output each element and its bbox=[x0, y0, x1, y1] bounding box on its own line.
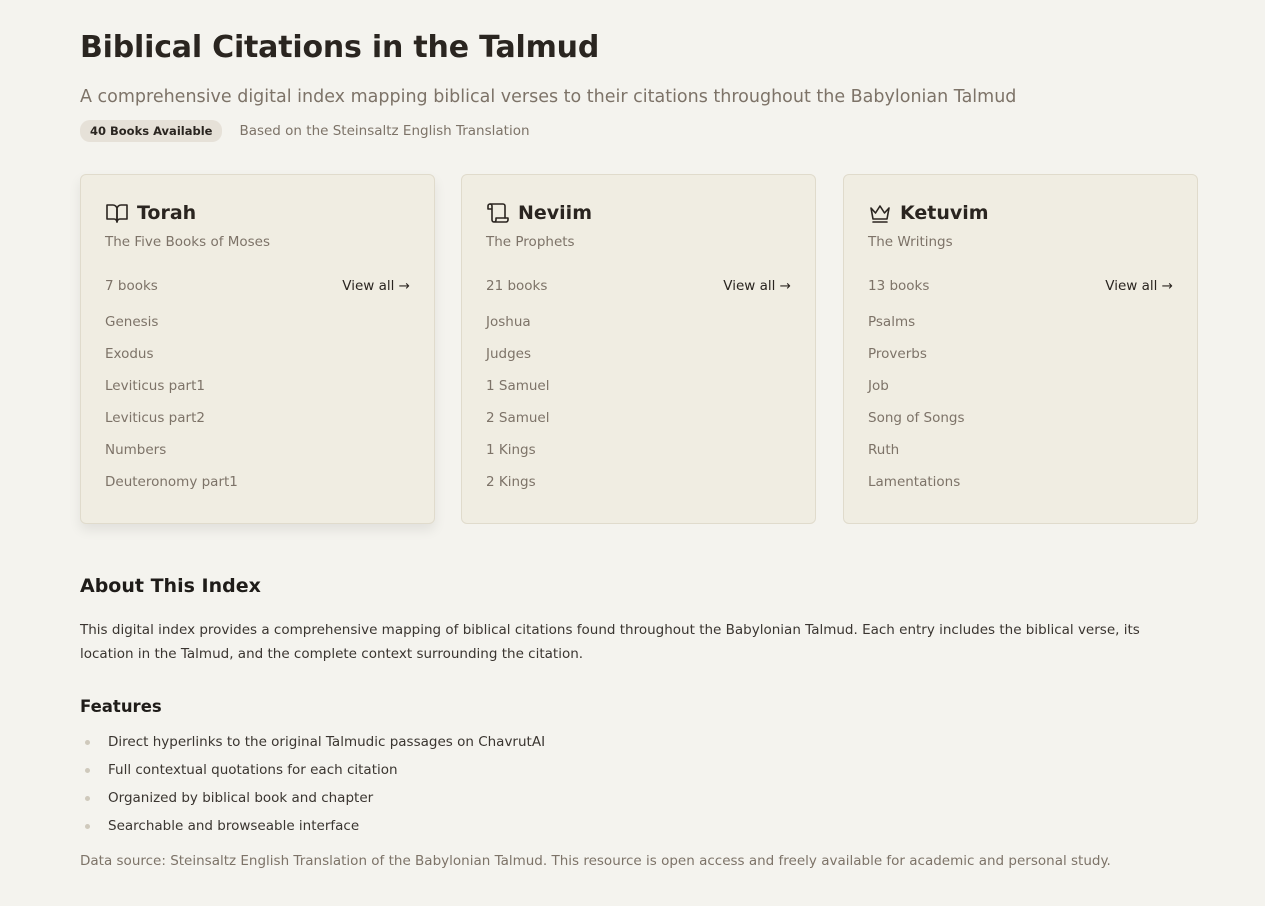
card-header: Torah bbox=[105, 201, 196, 225]
book-link-job[interactable]: Job bbox=[868, 378, 965, 410]
feature-text: Searchable and browseable interface bbox=[108, 818, 360, 834]
card-torah[interactable]: Torah The Five Books of Moses 7 books Vi… bbox=[80, 174, 435, 524]
about-text: This digital index provides a comprehens… bbox=[80, 622, 1140, 662]
book-link-genesis[interactable]: Genesis bbox=[105, 314, 238, 346]
book-count: 21 books bbox=[486, 278, 548, 294]
view-all-link[interactable]: View all → bbox=[723, 278, 791, 294]
feature-item: Direct hyperlinks to the original Talmud… bbox=[80, 728, 545, 756]
bullet-icon bbox=[85, 824, 90, 829]
book-link-leviticus-part2[interactable]: Leviticus part2 bbox=[105, 410, 238, 442]
scroll-icon bbox=[487, 203, 509, 223]
book-link-joshua[interactable]: Joshua bbox=[486, 314, 550, 346]
features-list: Direct hyperlinks to the original Talmud… bbox=[80, 728, 545, 840]
card-ketuvim[interactable]: Ketuvim The Writings 13 books View all →… bbox=[843, 174, 1198, 524]
page: Biblical Citations in the Talmud A compr… bbox=[0, 0, 1265, 906]
bullet-icon bbox=[85, 768, 90, 773]
feature-text: Full contextual quotations for each cita… bbox=[108, 762, 398, 778]
about-heading: About This Index bbox=[80, 575, 261, 597]
book-link-lamentations[interactable]: Lamentations bbox=[868, 474, 965, 506]
features-heading: Features bbox=[80, 697, 162, 716]
crown-icon bbox=[870, 205, 890, 223]
book-link-2-samuel[interactable]: 2 Samuel bbox=[486, 410, 550, 442]
book-list: Psalms Proverbs Job Song of Songs Ruth L… bbox=[868, 314, 965, 506]
view-all-link[interactable]: View all → bbox=[342, 278, 410, 294]
feature-item: Searchable and browseable interface bbox=[80, 812, 545, 840]
card-neviim[interactable]: Neviim The Prophets 21 books View all → … bbox=[461, 174, 816, 524]
meta-row: 40 Books Available Based on the Steinsal… bbox=[80, 120, 530, 142]
feature-text: Organized by biblical book and chapter bbox=[108, 790, 374, 806]
book-link-leviticus-part1[interactable]: Leviticus part1 bbox=[105, 378, 238, 410]
card-title: Torah bbox=[137, 202, 197, 224]
book-link-1-kings[interactable]: 1 Kings bbox=[486, 442, 550, 474]
card-header: Ketuvim bbox=[868, 201, 989, 225]
page-title: Biblical Citations in the Talmud bbox=[80, 30, 600, 65]
card-title: Neviim bbox=[518, 202, 592, 224]
book-link-judges[interactable]: Judges bbox=[486, 346, 550, 378]
book-count: 13 books bbox=[868, 278, 930, 294]
feature-item: Full contextual quotations for each cita… bbox=[80, 756, 545, 784]
book-link-psalms[interactable]: Psalms bbox=[868, 314, 965, 346]
view-all-link[interactable]: View all → bbox=[1105, 278, 1173, 294]
feature-text: Direct hyperlinks to the original Talmud… bbox=[108, 734, 546, 750]
book-link-proverbs[interactable]: Proverbs bbox=[868, 346, 965, 378]
data-source-note: Data source: Steinsaltz English Translat… bbox=[80, 853, 1111, 869]
open-book-icon bbox=[106, 204, 128, 223]
book-link-numbers[interactable]: Numbers bbox=[105, 442, 238, 474]
book-count: 7 books bbox=[105, 278, 158, 294]
section-cards: Torah The Five Books of Moses 7 books Vi… bbox=[80, 174, 1200, 526]
book-link-ruth[interactable]: Ruth bbox=[868, 442, 965, 474]
page-subtitle: A comprehensive digital index mapping bi… bbox=[80, 87, 1017, 107]
card-header: Neviim bbox=[486, 201, 592, 225]
book-list: Joshua Judges 1 Samuel 2 Samuel 1 Kings … bbox=[486, 314, 550, 506]
book-link-song-of-songs[interactable]: Song of Songs bbox=[868, 410, 965, 442]
translation-note: Based on the Steinsaltz English Translat… bbox=[239, 123, 530, 139]
card-subtitle: The Prophets bbox=[486, 234, 575, 250]
card-subtitle: The Five Books of Moses bbox=[105, 234, 271, 250]
bullet-icon bbox=[85, 796, 90, 801]
book-list: Genesis Exodus Leviticus part1 Leviticus… bbox=[105, 314, 238, 506]
bullet-icon bbox=[85, 740, 90, 745]
books-available-badge: 40 Books Available bbox=[80, 120, 223, 142]
book-link-1-samuel[interactable]: 1 Samuel bbox=[486, 378, 550, 410]
card-title: Ketuvim bbox=[900, 202, 989, 224]
feature-item: Organized by biblical book and chapter bbox=[80, 784, 545, 812]
book-link-deuteronomy-part1[interactable]: Deuteronomy part1 bbox=[105, 474, 238, 506]
card-subtitle: The Writings bbox=[868, 234, 953, 250]
book-link-exodus[interactable]: Exodus bbox=[105, 346, 238, 378]
book-link-2-kings[interactable]: 2 Kings bbox=[486, 474, 550, 506]
